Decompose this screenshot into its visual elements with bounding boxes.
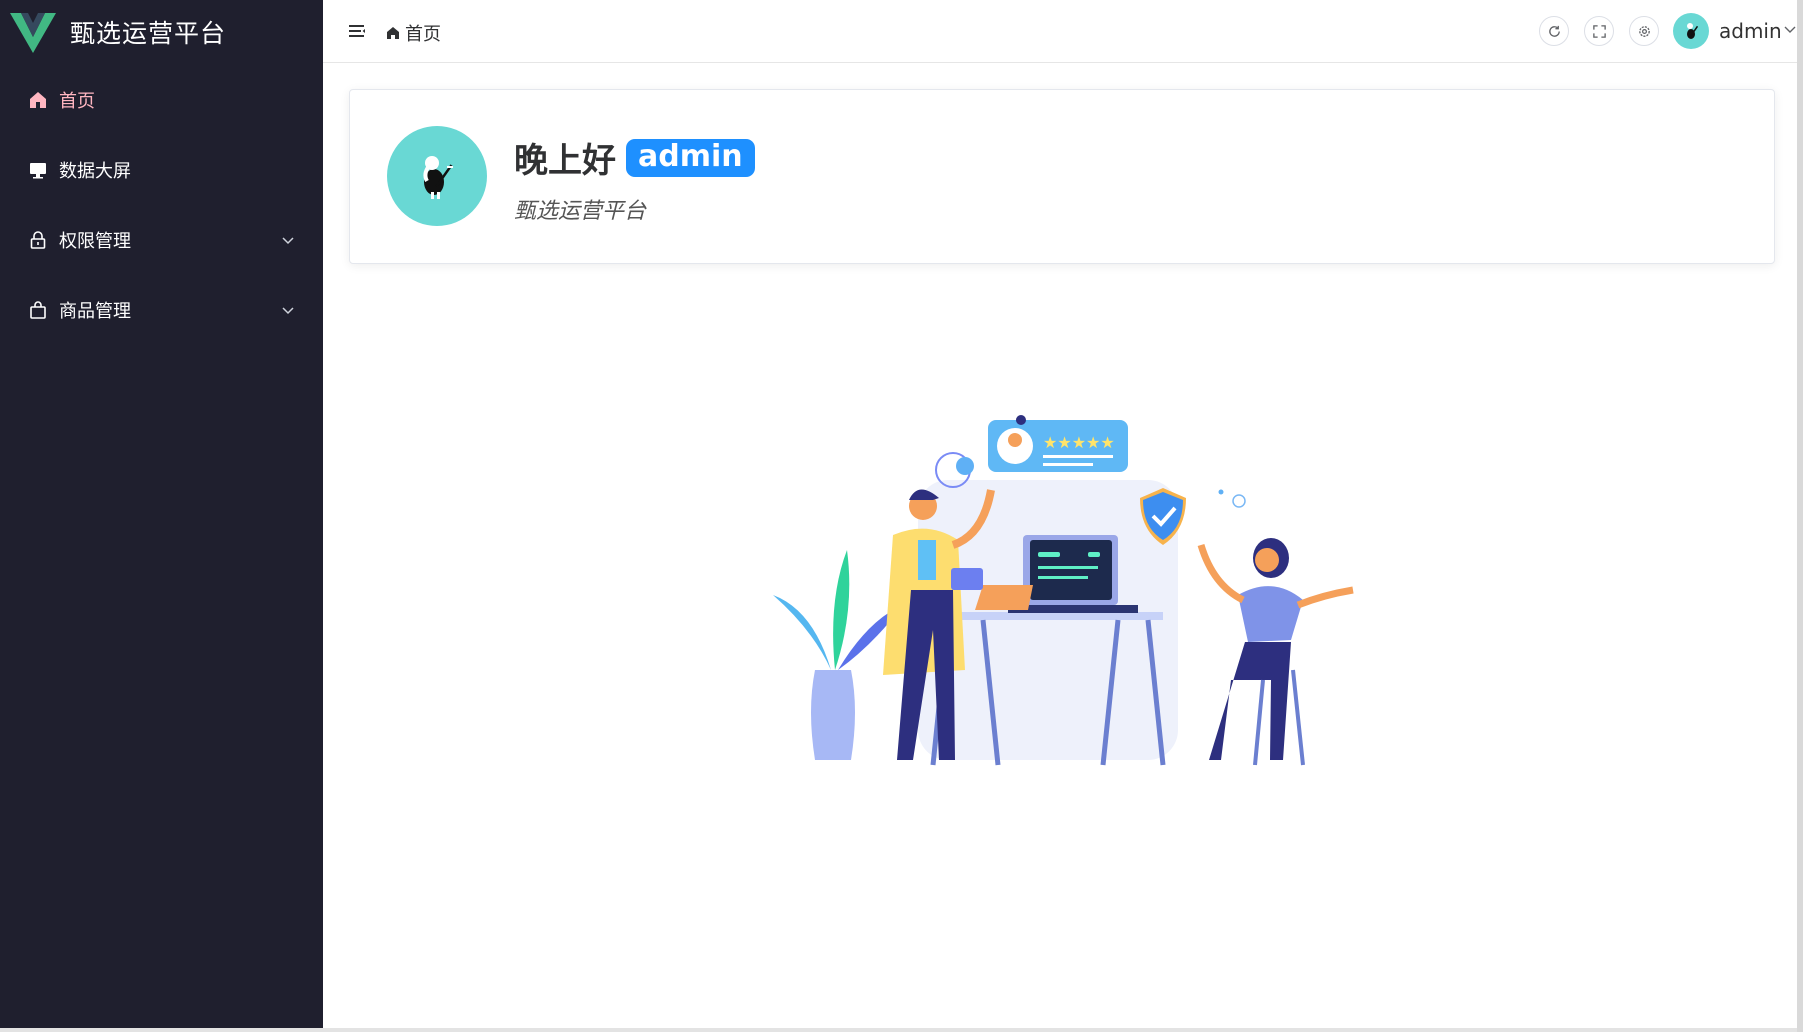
window-edge	[1797, 0, 1803, 1032]
team-illustration: ★★★★★	[773, 415, 1354, 766]
chevron-down-icon	[282, 307, 294, 315]
user-avatar[interactable]	[1673, 13, 1709, 49]
top-bar: 首页 admin	[323, 0, 1803, 63]
lock-icon	[27, 229, 49, 251]
sidebar-item-label: 商品管理	[59, 301, 131, 322]
home-icon	[27, 89, 49, 111]
greeting-text: 晚上好	[514, 141, 616, 181]
chevron-down-icon	[282, 237, 294, 245]
sidebar-item-label: 首页	[59, 91, 95, 112]
app-title: 甄选运营平台	[70, 19, 227, 48]
sidebar-item-permissions[interactable]: 权限管理	[0, 205, 323, 275]
avatar-icon	[1687, 23, 1699, 39]
sidebar-menu: 首页 数据大屏 权限管理 商品管理	[0, 65, 323, 345]
chevron-down-icon[interactable]	[1783, 24, 1797, 36]
home-icon	[387, 27, 399, 39]
avatar-icon	[423, 156, 453, 199]
refresh-button[interactable]	[1539, 16, 1569, 46]
welcome-card: 晚上好 admin 甄选运营平台	[349, 89, 1775, 264]
sidebar-logo-row: 甄选运营平台	[0, 0, 323, 64]
breadcrumb[interactable]: 首页	[385, 20, 441, 46]
settings-icon	[1638, 25, 1650, 37]
welcome-subtitle: 甄选运营平台	[514, 199, 647, 224]
sidebar-item-home[interactable]: 首页	[0, 65, 323, 135]
monitor-icon	[27, 159, 49, 181]
shopping-bag-icon	[27, 299, 49, 321]
sidebar: 甄选运营平台 首页 数据大屏 权限管理 商品管理	[0, 0, 323, 1028]
sidebar-item-label: 权限管理	[59, 231, 131, 252]
avatar	[387, 126, 487, 226]
fullscreen-icon	[1592, 24, 1606, 38]
sidebar-item-label: 数据大屏	[59, 161, 131, 182]
breadcrumb-label: 首页	[405, 24, 441, 45]
greeting-username-badge: admin	[626, 138, 755, 177]
settings-button[interactable]	[1629, 16, 1659, 46]
user-name[interactable]: admin	[1719, 19, 1782, 43]
sidebar-item-products[interactable]: 商品管理	[0, 275, 323, 345]
refresh-icon	[1548, 25, 1560, 37]
menu-fold-icon[interactable]	[348, 22, 366, 40]
main-area: 首页 admin 晚上好 admin 甄选运营平台 ★★★★★	[323, 0, 1803, 1028]
svg-text:★★★★★: ★★★★★	[1043, 433, 1115, 452]
fullscreen-button[interactable]	[1584, 16, 1614, 46]
greeting-row: 晚上好 admin	[514, 133, 755, 182]
sidebar-item-data-screen[interactable]: 数据大屏	[0, 135, 323, 205]
vue-logo-icon	[10, 13, 56, 53]
